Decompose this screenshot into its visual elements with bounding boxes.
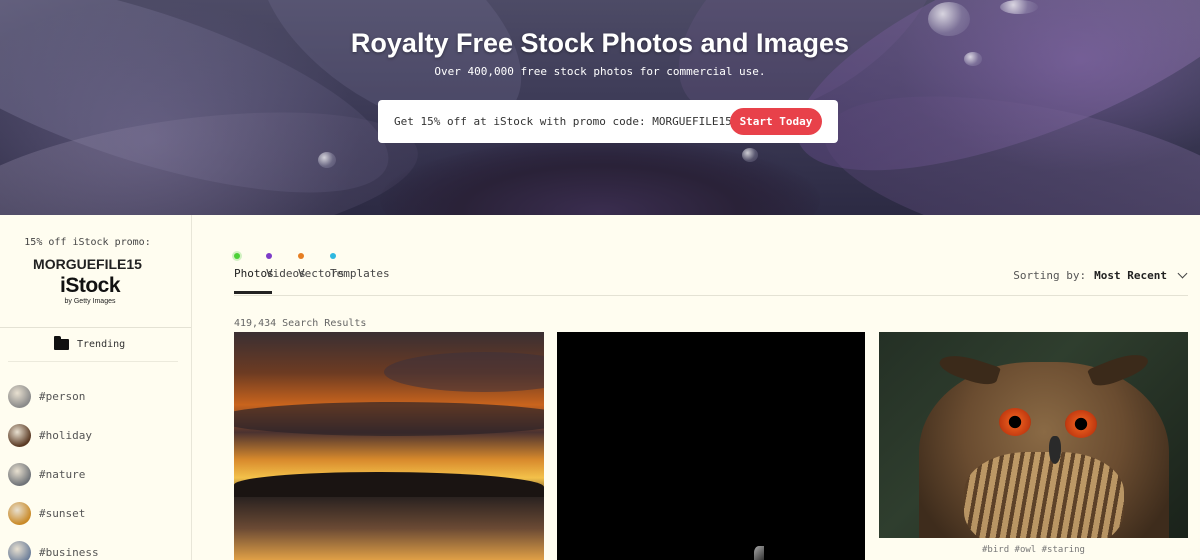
tab-dot bbox=[330, 253, 336, 259]
tag-item-person[interactable]: #person bbox=[8, 377, 99, 416]
photo-cloud bbox=[234, 402, 544, 436]
istock-logo[interactable]: iStock by Getty Images bbox=[50, 275, 130, 306]
tab-dot bbox=[298, 253, 304, 259]
tag-thumbnail bbox=[8, 385, 31, 408]
sidebar-promo-label: 15% off iStock promo: bbox=[24, 237, 151, 248]
water-drop bbox=[318, 152, 336, 168]
tag-item-business[interactable]: #business bbox=[8, 533, 99, 560]
tab-label: Templates bbox=[330, 267, 390, 280]
sidebar-divider bbox=[0, 327, 191, 328]
tag-label: #person bbox=[39, 390, 86, 403]
owl-eye bbox=[999, 408, 1031, 436]
istock-logo-name: iStock bbox=[59, 274, 121, 297]
promo-box: Get 15% off at iStock with promo code: M… bbox=[378, 100, 838, 143]
tab-dot bbox=[266, 253, 272, 259]
tag-item-holiday[interactable]: #holiday bbox=[8, 416, 99, 455]
istock-logo-sub: by Getty Images bbox=[64, 298, 116, 305]
trending-link[interactable]: Trending bbox=[54, 336, 126, 350]
trending-divider bbox=[8, 361, 178, 362]
sidebar: 15% off iStock promo: MORGUEFILE15 iStoc… bbox=[0, 215, 192, 560]
tag-label: #business bbox=[39, 546, 99, 559]
tag-list: #person #holiday #nature #sunset #busine… bbox=[8, 377, 99, 560]
hero-title: Royalty Free Stock Photos and Images bbox=[350, 28, 850, 58]
photo-cloud bbox=[384, 352, 544, 392]
hero-banner: Royalty Free Stock Photos and Images Ove… bbox=[0, 0, 1200, 215]
sorting-label: Sorting by: bbox=[1013, 269, 1087, 282]
tag-thumbnail bbox=[8, 502, 31, 525]
photo-tags[interactable]: #bird #owl #staring bbox=[879, 545, 1188, 555]
water-drop bbox=[1000, 0, 1038, 14]
tag-item-nature[interactable]: #nature bbox=[8, 455, 99, 494]
sidebar-promo-code: MORGUEFILE15 bbox=[33, 256, 142, 272]
photo-hills bbox=[234, 472, 544, 500]
sorting-dropdown[interactable]: Sorting by: Most Recent bbox=[1013, 268, 1188, 282]
tag-thumbnail bbox=[8, 463, 31, 486]
photo-sunset-thumbnail[interactable] bbox=[234, 332, 544, 560]
tag-item-sunset[interactable]: #sunset bbox=[8, 494, 99, 533]
chevron-down-icon bbox=[1177, 268, 1188, 279]
tab-dot bbox=[234, 253, 240, 259]
photo-dark-thumbnail[interactable] bbox=[557, 332, 865, 560]
tag-label: #nature bbox=[39, 468, 86, 481]
photo-water bbox=[234, 497, 544, 560]
folder-icon bbox=[54, 336, 69, 350]
tabs-divider bbox=[234, 295, 1188, 296]
tag-label: #sunset bbox=[39, 507, 86, 520]
hero-subtitle: Over 400,000 free stock photos for comme… bbox=[434, 65, 766, 78]
photo-glint bbox=[754, 546, 764, 560]
owl-beak bbox=[1049, 436, 1061, 464]
tag-thumbnail bbox=[8, 424, 31, 447]
media-type-tabs: Photos Videos Vectors Templates bbox=[234, 253, 390, 294]
active-tab-underline bbox=[234, 291, 272, 294]
sorting-value: Most Recent bbox=[1094, 269, 1167, 282]
trending-label: Trending bbox=[77, 339, 126, 350]
water-drop bbox=[742, 148, 758, 162]
promo-text: Get 15% off at iStock with promo code: M… bbox=[394, 115, 732, 128]
tag-label: #holiday bbox=[39, 429, 92, 442]
owl-chest bbox=[964, 452, 1124, 538]
owl-eye bbox=[1065, 410, 1097, 438]
search-results-count: 419,434 Search Results bbox=[234, 318, 367, 329]
tag-thumbnail bbox=[8, 541, 31, 560]
start-today-button[interactable]: Start Today bbox=[730, 108, 822, 135]
photo-owl-thumbnail[interactable] bbox=[879, 332, 1188, 538]
